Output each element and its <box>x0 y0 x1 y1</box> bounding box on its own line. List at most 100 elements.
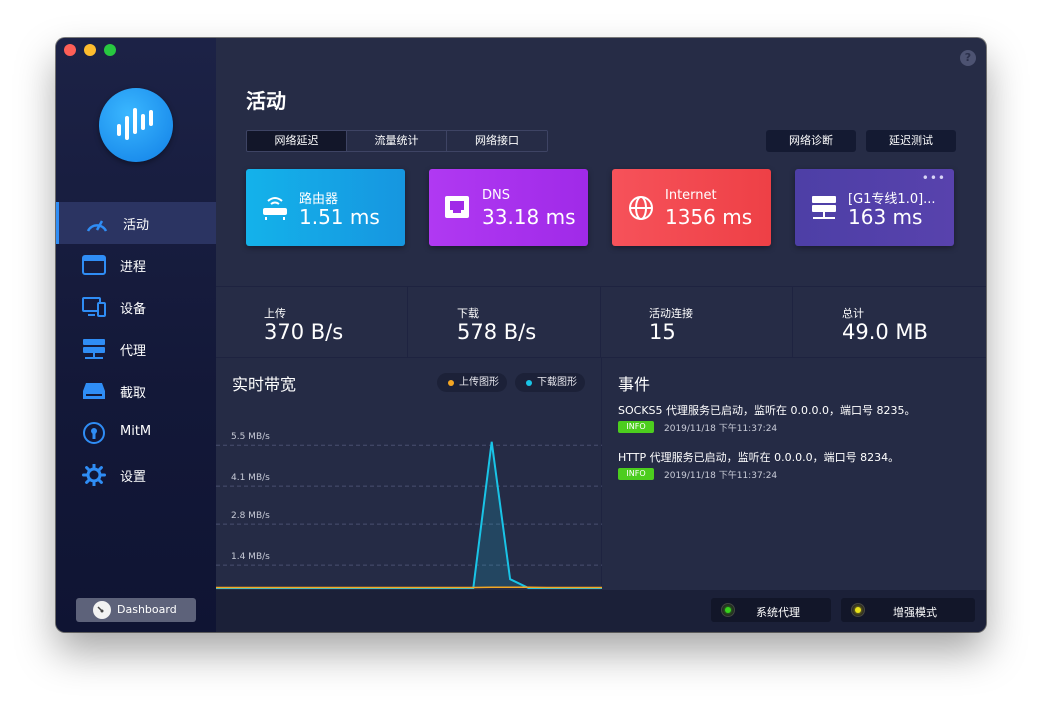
help-button[interactable]: ? <box>960 50 976 66</box>
keyhole-icon <box>83 422 105 444</box>
bandwidth-chart: 5.5 MB/s 4.1 MB/s 2.8 MB/s 1.4 MB/s <box>216 432 602 589</box>
card-value: 33.18 ms <box>482 205 576 229</box>
sidebar-item-label: 进程 <box>120 260 147 275</box>
page-title: 活动 <box>246 89 286 113</box>
tab-traffic-stats[interactable]: 流量统计 <box>347 131 447 151</box>
system-proxy-toggle[interactable]: 系统代理 <box>711 598 831 622</box>
devices-icon <box>82 297 106 317</box>
event-timestamp: 2019/11/18 下午11:37:24 <box>664 424 778 434</box>
system-proxy-status-icon <box>721 603 735 617</box>
server-icon <box>812 196 836 219</box>
stat-label: 活动连接 <box>649 307 693 320</box>
gauge-icon <box>86 220 108 232</box>
enhanced-mode-toggle[interactable]: 增强模式 <box>841 598 975 622</box>
event-item: HTTP 代理服务已启动，监听在 0.0.0.0，端口号 8234。 INFO … <box>618 449 978 481</box>
bandwidth-title: 实时带宽 <box>232 375 297 394</box>
sidebar-item-mitm[interactable]: MitM <box>56 412 216 454</box>
zoom-window-button[interactable] <box>104 44 116 56</box>
app-window: 活动 进程 设备 代理 截取 MitM 设置 Dashboard ? 活动 网络… <box>56 38 986 632</box>
system-proxy-label: 系统代理 <box>756 606 800 619</box>
legend-upload[interactable]: 上传图形 <box>437 373 507 392</box>
stat-total: 总计 49.0 MB <box>794 287 986 357</box>
sidebar-item-proxy[interactable]: 代理 <box>56 328 216 370</box>
stat-download: 下载 578 B/s <box>409 287 601 357</box>
stat-label: 总计 <box>842 307 864 320</box>
stat-value: 578 B/s <box>457 320 537 344</box>
legend-upload-label: 上传图形 <box>459 377 499 388</box>
sidebar-item-activity[interactable]: 活动 <box>56 202 216 244</box>
dns-icon <box>445 196 469 218</box>
status-footer: 系统代理 增强模式 <box>216 590 986 632</box>
sidebar-item-label: MitM <box>120 424 152 439</box>
sidebar-item-label: 活动 <box>123 218 150 233</box>
stat-upload: 上传 370 B/s <box>216 287 408 357</box>
event-level-badge: INFO <box>618 468 654 480</box>
y-tick-label: 4.1 MB/s <box>231 473 270 483</box>
card-value: 1356 ms <box>665 205 753 229</box>
stat-value: 370 B/s <box>264 320 344 344</box>
y-tick-label: 1.4 MB/s <box>231 552 270 562</box>
stat-label: 上传 <box>264 307 286 320</box>
server-icon <box>83 339 105 359</box>
download-legend-dot <box>526 380 532 386</box>
event-timestamp: 2019/11/18 下午11:37:24 <box>664 471 778 481</box>
gear-icon <box>82 464 106 486</box>
latency-test-button[interactable]: 延迟测试 <box>866 130 956 152</box>
sidebar: 活动 进程 设备 代理 截取 MitM 设置 Dashboard <box>56 38 216 632</box>
enhanced-mode-label: 增强模式 <box>893 606 937 619</box>
dashboard-button[interactable]: Dashboard <box>76 598 196 622</box>
globe-icon <box>629 196 653 220</box>
dashboard-label: Dashboard <box>117 603 177 616</box>
sidebar-item-settings[interactable]: 设置 <box>56 454 216 496</box>
soundwave-icon <box>117 108 153 140</box>
dns-latency-card[interactable]: DNS 33.18 ms <box>429 169 588 246</box>
legend-download[interactable]: 下载图形 <box>515 373 585 392</box>
proxy-latency-card[interactable]: ••• [G1专线1.0]... 163 ms <box>795 169 954 246</box>
tab-bar: 网络延迟 流量统计 网络接口 <box>246 130 548 152</box>
internet-latency-card[interactable]: Internet 1356 ms <box>612 169 771 246</box>
app-logo <box>99 88 173 162</box>
event-text: HTTP 代理服务已启动，监听在 0.0.0.0，端口号 8234。 <box>618 451 900 464</box>
enhanced-mode-status-icon <box>851 603 865 617</box>
download-series-line <box>216 441 602 589</box>
y-tick-label: 2.8 MB/s <box>231 511 270 521</box>
sidebar-item-label: 设置 <box>120 470 147 485</box>
event-level-badge: INFO <box>618 421 654 433</box>
event-text: SOCKS5 代理服务已启动，监听在 0.0.0.0，端口号 8235。 <box>618 404 916 417</box>
dashboard-gauge-icon <box>93 601 111 619</box>
card-value: 1.51 ms <box>299 205 380 229</box>
close-window-button[interactable] <box>64 44 76 56</box>
sidebar-item-devices[interactable]: 设备 <box>56 286 216 328</box>
sidebar-item-capture[interactable]: 截取 <box>56 370 216 412</box>
upload-legend-dot <box>448 380 454 386</box>
tab-network-interfaces[interactable]: 网络接口 <box>447 131 547 151</box>
event-item: SOCKS5 代理服务已启动，监听在 0.0.0.0，端口号 8235。 INF… <box>618 402 978 434</box>
disk-icon <box>83 383 105 399</box>
card-value: 163 ms <box>848 205 923 229</box>
traffic-stats-row: 上传 370 B/s 下载 578 B/s 活动连接 15 总计 49.0 MB <box>216 286 986 358</box>
tab-latency[interactable]: 网络延迟 <box>247 131 347 151</box>
more-options-icon[interactable]: ••• <box>922 171 946 185</box>
window-icon <box>82 255 106 275</box>
card-name: DNS <box>482 188 510 203</box>
sidebar-item-label: 代理 <box>120 344 147 359</box>
sidebar-item-processes[interactable]: 进程 <box>56 244 216 286</box>
stat-value: 49.0 MB <box>842 320 928 344</box>
router-icon <box>263 197 287 220</box>
network-diagnostics-button[interactable]: 网络诊断 <box>766 130 856 152</box>
sidebar-item-label: 截取 <box>120 386 147 401</box>
main-content: ? 活动 网络延迟 流量统计 网络接口 网络诊断 延迟测试 路由器 1.51 m… <box>216 38 986 632</box>
router-latency-card[interactable]: 路由器 1.51 ms <box>246 169 405 246</box>
minimize-window-button[interactable] <box>84 44 96 56</box>
bandwidth-panel: 实时带宽 上传图形 下载图形 5.5 MB/s 4.1 MB/s 2.8 MB/s 1… <box>216 358 602 590</box>
sidebar-item-label: 设备 <box>120 302 147 317</box>
stat-label: 下载 <box>457 307 479 320</box>
stat-value: 15 <box>649 320 676 344</box>
events-title: 事件 <box>618 375 651 394</box>
events-panel: 事件 SOCKS5 代理服务已启动，监听在 0.0.0.0，端口号 8235。 … <box>602 358 986 590</box>
stat-active-connections: 活动连接 15 <box>601 287 793 357</box>
y-tick-label: 5.5 MB/s <box>231 432 270 442</box>
download-series-area <box>216 441 602 588</box>
card-name: Internet <box>665 188 717 203</box>
legend-download-label: 下载图形 <box>537 377 577 388</box>
